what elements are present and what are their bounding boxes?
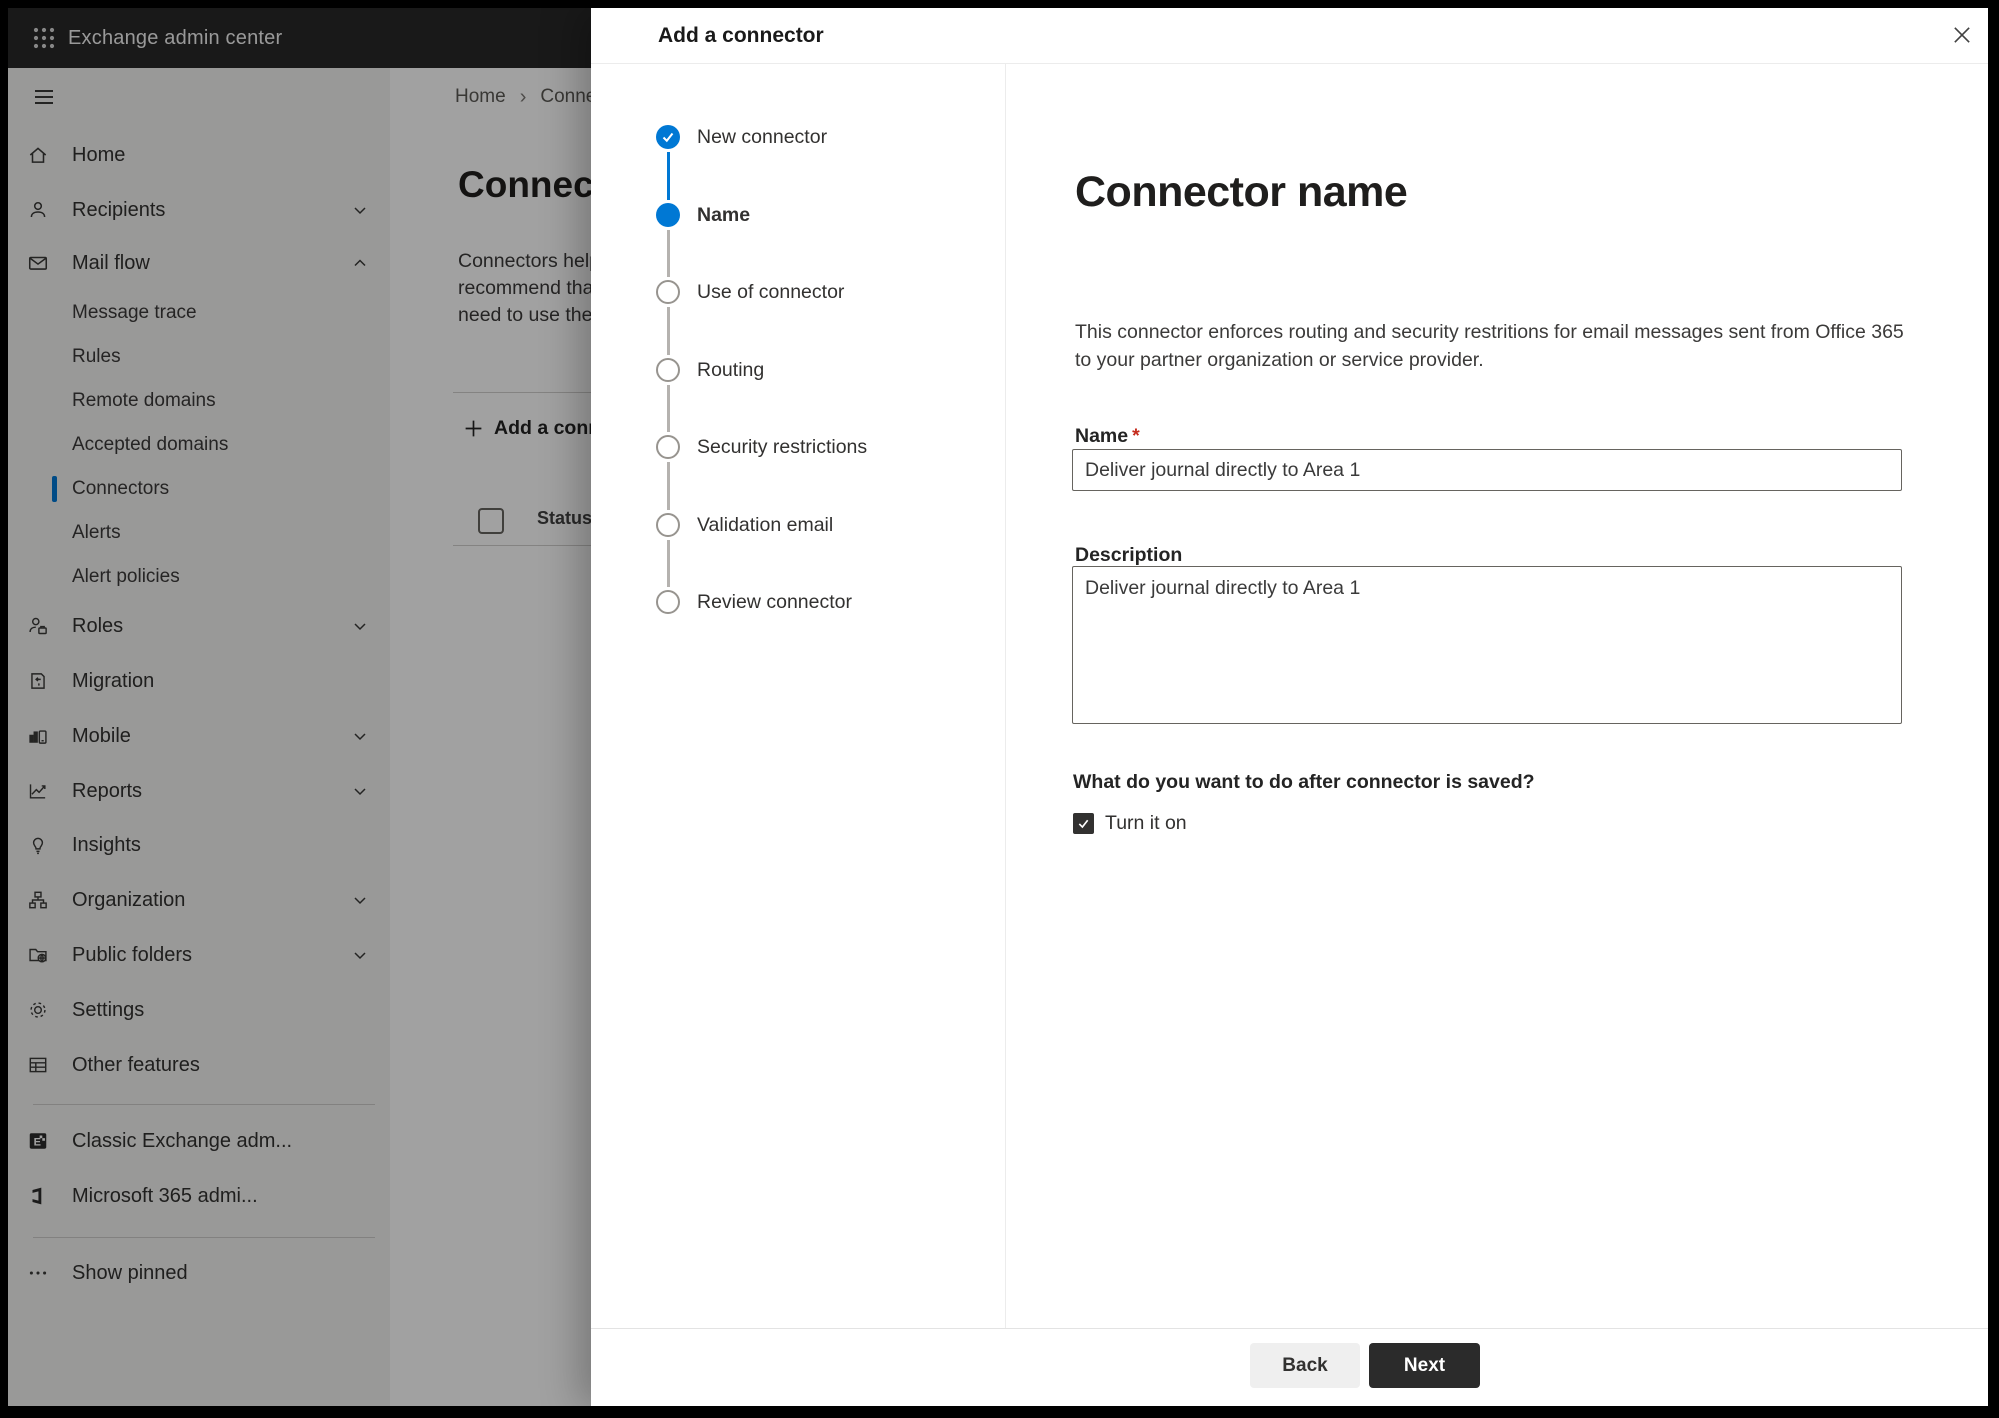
screen: Exchange admin center Home Recipients Ma… xyxy=(0,0,1999,1418)
step-indicator-completed xyxy=(656,125,680,149)
back-button[interactable]: Back xyxy=(1250,1343,1360,1388)
step-label[interactable]: Routing xyxy=(697,357,764,383)
checkmark-icon xyxy=(1078,819,1089,828)
step-indicator-upcoming xyxy=(656,358,680,382)
step-connector-line xyxy=(667,462,670,510)
step-label[interactable]: Name xyxy=(697,202,750,228)
step-label[interactable]: Use of connector xyxy=(697,279,844,305)
turn-it-on-label: Turn it on xyxy=(1105,811,1187,834)
next-button[interactable]: Next xyxy=(1369,1343,1480,1388)
step-label[interactable]: Validation email xyxy=(697,512,833,538)
add-connector-dialog: Add a connector New connector Name Use o… xyxy=(591,8,1988,1406)
connector-name-input[interactable] xyxy=(1072,449,1902,491)
description-field-label: Description xyxy=(1075,544,1183,566)
wizard-page-description: This connector enforces routing and secu… xyxy=(1075,321,1904,371)
step-label[interactable]: Security restrictions xyxy=(697,434,867,460)
step-connector-line xyxy=(667,540,670,587)
turn-it-on-checkbox-row[interactable]: Turn it on xyxy=(1073,810,1187,836)
wizard-page-heading: Connector name xyxy=(1075,168,1408,216)
step-indicator-upcoming xyxy=(656,513,680,537)
required-asterisk: * xyxy=(1132,425,1140,447)
step-connector-line xyxy=(667,385,670,432)
name-field-label: Name * xyxy=(1075,425,1140,447)
turn-it-on-checkbox[interactable] xyxy=(1073,812,1094,834)
step-indicator-upcoming xyxy=(656,435,680,459)
close-button[interactable] xyxy=(1946,19,1978,51)
step-label[interactable]: Review connector xyxy=(697,589,852,615)
connector-description-textarea[interactable]: Deliver journal directly to Area 1 xyxy=(1072,566,1902,724)
step-indicator-upcoming xyxy=(656,590,680,614)
stepper-divider xyxy=(1005,64,1006,1328)
dialog-header-divider xyxy=(591,63,1988,64)
step-connector-line xyxy=(667,307,670,355)
step-connector-line xyxy=(667,152,670,200)
dialog-title: Add a connector xyxy=(658,23,824,47)
step-label[interactable]: New connector xyxy=(697,124,827,150)
step-indicator-upcoming xyxy=(656,280,680,304)
dialog-footer-divider xyxy=(591,1328,1988,1329)
checkmark-icon xyxy=(662,132,674,143)
step-connector-line xyxy=(667,230,670,277)
after-save-question: What do you want to do after connector i… xyxy=(1073,771,1535,793)
close-icon xyxy=(1954,27,1970,43)
step-indicator-current xyxy=(656,203,680,227)
